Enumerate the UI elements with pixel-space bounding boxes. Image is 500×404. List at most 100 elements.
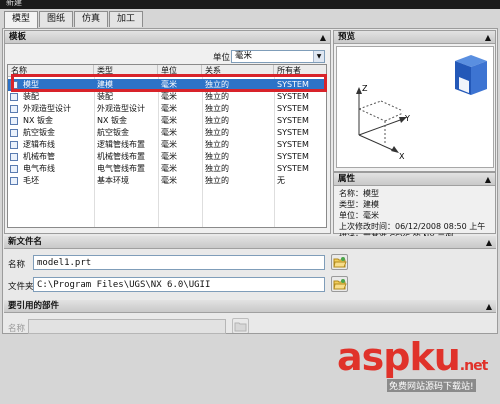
folder-open-icon: [333, 279, 347, 290]
cell-unit: 毫米: [161, 92, 177, 101]
table-row[interactable]: 航空钣金 航空钣金 毫米 独立的 SYSTEM: [8, 127, 326, 139]
templates-section-title: 模板: [9, 32, 27, 42]
column-header-unit[interactable]: 单位: [158, 65, 202, 77]
filename-label: 名称: [8, 260, 26, 270]
cell-unit: 毫米: [161, 128, 177, 137]
template-file-icon: [10, 129, 18, 137]
preview-section-title: 预览: [338, 32, 356, 42]
cell-relation: 独立的: [205, 164, 229, 173]
cell-owner: SYSTEM: [277, 104, 309, 113]
cell-name: 机械布管: [23, 152, 55, 161]
cell-unit: 毫米: [161, 80, 177, 89]
tab-model[interactable]: 模型: [4, 11, 39, 28]
property-row-unit: 单位：毫米: [339, 211, 379, 220]
window-title: 新建: [6, 0, 22, 7]
unit-dropdown[interactable]: 毫米 ▼: [231, 50, 325, 63]
browse-file-button[interactable]: [331, 254, 348, 270]
cell-type: 外观造型设计: [97, 104, 145, 113]
cell-type: 基本环境: [97, 176, 129, 185]
cell-type: 航空钣金: [97, 128, 129, 137]
table-row[interactable]: 毛坯 基本环境 毫米 独立的 无: [8, 175, 326, 187]
cell-unit: 毫米: [161, 164, 177, 173]
templates-section-header[interactable]: 模板 ▲: [5, 31, 330, 44]
cell-relation: 独立的: [205, 104, 229, 113]
template-file-icon: [10, 81, 18, 89]
cell-name: 航空钣金: [23, 128, 55, 137]
collapse-icon[interactable]: ▲: [486, 300, 492, 313]
cell-type: 装配: [97, 92, 113, 101]
referenced-part-input: [28, 319, 226, 334]
table-row[interactable]: 模型 建模 毫米 独立的 SYSTEM: [8, 79, 326, 91]
cell-owner: SYSTEM: [277, 164, 309, 173]
filename-input[interactable]: [33, 255, 325, 270]
cell-type: 逻辑管线布置: [97, 140, 145, 149]
cell-owner: SYSTEM: [277, 128, 309, 137]
cell-owner: 无: [277, 176, 285, 185]
referenced-name-label: 名称: [8, 324, 26, 334]
cell-owner: SYSTEM: [277, 80, 309, 89]
tab-manufacturing[interactable]: 加工: [109, 11, 144, 27]
column-header-relation[interactable]: 关系: [202, 65, 274, 77]
watermark-subtext: 免费网站源码下载站!: [387, 379, 476, 392]
table-row[interactable]: 逻辑布线 逻辑管线布置 毫米 独立的 SYSTEM: [8, 139, 326, 151]
cell-unit: 毫米: [161, 176, 177, 185]
table-row[interactable]: 装配 装配 毫米 独立的 SYSTEM: [8, 91, 326, 103]
template-file-icon: [10, 141, 18, 149]
folder-path-input[interactable]: [33, 277, 325, 292]
cell-unit: 毫米: [161, 140, 177, 149]
cell-owner: SYSTEM: [277, 92, 309, 101]
cell-type: 电气管线布置: [97, 164, 145, 173]
collapse-icon[interactable]: ▲: [320, 31, 326, 44]
cell-owner: SYSTEM: [277, 116, 309, 125]
preview-section-header[interactable]: 预览 ▲: [334, 31, 495, 44]
cell-type: NX 钣金: [97, 116, 128, 125]
template-file-icon: [10, 93, 18, 101]
cell-relation: 独立的: [205, 140, 229, 149]
property-row-modified: 上次修改时间：06/12/2008 08:50 上午: [339, 222, 486, 231]
property-row-type: 类型：建模: [339, 200, 379, 209]
tab-strip: 模型 图纸 仿真 加工: [4, 11, 144, 28]
properties-section-title: 属性: [338, 174, 356, 184]
column-header-name[interactable]: 名称: [8, 65, 94, 77]
unit-dropdown-value: 毫米: [235, 51, 253, 61]
chevron-down-icon[interactable]: ▼: [313, 51, 324, 62]
cell-name: 电气布线: [23, 164, 55, 173]
collapse-icon[interactable]: ▲: [486, 236, 492, 249]
referenced-parts-section-header[interactable]: 要引用的部件 ▲: [4, 300, 496, 313]
cell-name: 模型: [23, 80, 39, 89]
cell-owner: SYSTEM: [277, 152, 309, 161]
table-row[interactable]: NX 钣金 NX 钣金 毫米 独立的 SYSTEM: [8, 115, 326, 127]
cell-unit: 毫米: [161, 116, 177, 125]
templates-table: 名称 类型 单位 关系 所有者 模型 建模 毫米 独立的 SYSTEM 装配 装配 毫米 独立的…: [7, 64, 327, 228]
cell-name: 逻辑布线: [23, 140, 55, 149]
tab-simulation[interactable]: 仿真: [74, 11, 109, 27]
browse-folder-button[interactable]: [331, 276, 348, 292]
axis-label-y: Y: [404, 114, 410, 123]
tab-drawing[interactable]: 图纸: [39, 11, 74, 27]
column-header-type[interactable]: 类型: [94, 65, 158, 77]
browse-referenced-part-button: [232, 318, 249, 334]
template-file-icon: [10, 153, 18, 161]
watermark-logo: aspku.net 免费网站源码下载站!: [337, 335, 497, 395]
cell-relation: 独立的: [205, 92, 229, 101]
cell-relation: 独立的: [205, 152, 229, 161]
unit-label: 单位: [213, 53, 231, 63]
cell-name: 外观造型设计: [23, 104, 71, 113]
cell-name: NX 钣金: [23, 116, 54, 125]
collapse-icon[interactable]: ▲: [485, 173, 491, 186]
cell-relation: 独立的: [205, 128, 229, 137]
table-row[interactable]: 电气布线 电气管线布置 毫米 独立的 SYSTEM: [8, 163, 326, 175]
window-title-bar: 新建: [0, 0, 500, 9]
table-header: 名称 类型 单位 关系 所有者: [8, 65, 326, 77]
collapse-icon[interactable]: ▲: [485, 31, 491, 44]
table-row[interactable]: 机械布管 机械管线布置 毫米 独立的 SYSTEM: [8, 151, 326, 163]
cell-unit: 毫米: [161, 104, 177, 113]
properties-section-header[interactable]: 属性 ▲: [334, 173, 495, 186]
column-header-owner[interactable]: 所有者: [274, 65, 326, 77]
folder-open-icon: [333, 257, 347, 268]
new-file-section-header[interactable]: 新文件名 ▲: [4, 236, 496, 249]
csys-model-icon: Z Y X: [356, 55, 487, 161]
axis-label-z: Z: [362, 84, 368, 93]
table-row[interactable]: 外观造型设计 外观造型设计 毫米 独立的 SYSTEM: [8, 103, 326, 115]
axis-label-x: X: [399, 152, 405, 161]
